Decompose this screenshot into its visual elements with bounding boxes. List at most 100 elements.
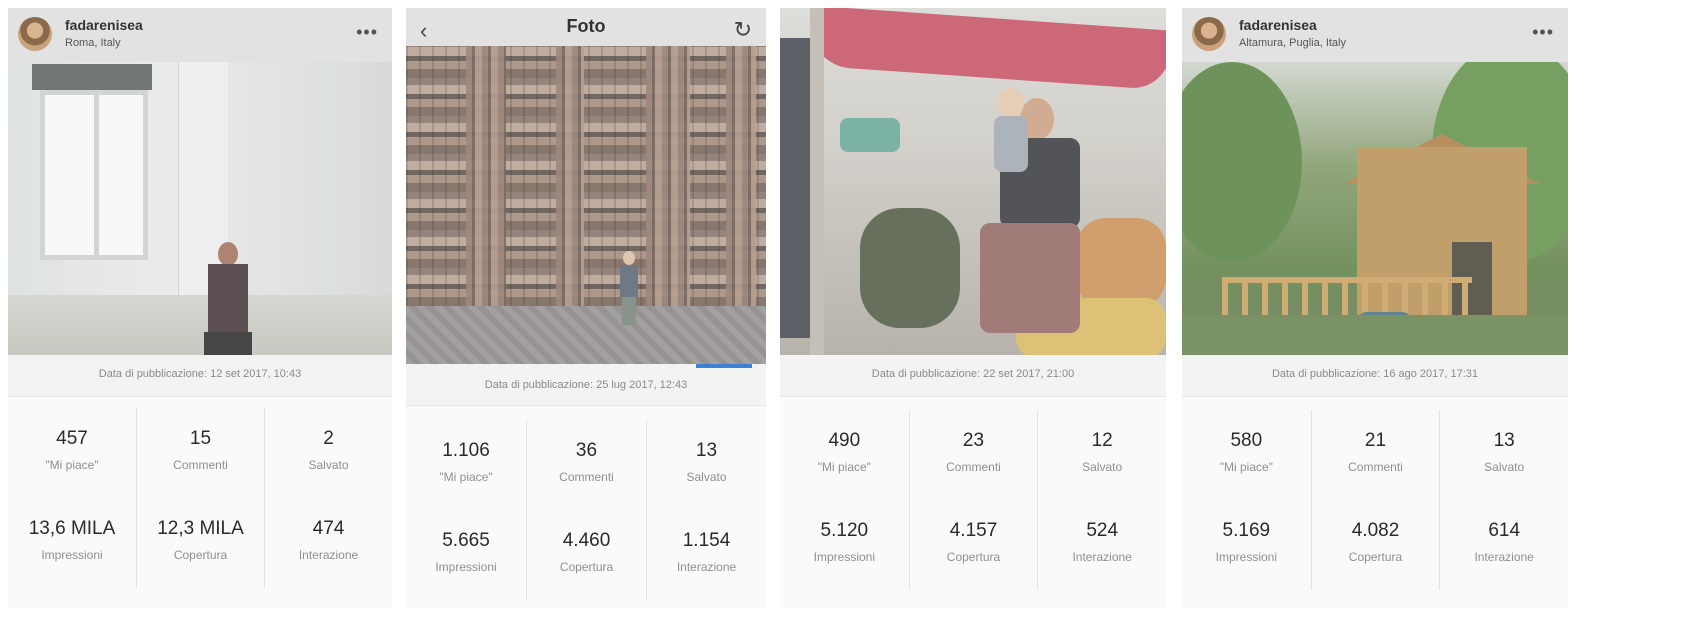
post-header: fadarenisea Roma, Italy •••	[8, 8, 392, 62]
stat-engagement: 614 Interazione	[1439, 500, 1568, 590]
stat-comments: 23 Commenti	[908, 410, 1038, 500]
stat-impressions: 5.169 Impressioni	[1182, 500, 1311, 590]
stats-row-2: 5.169 Impressioni 4.082 Copertura 614 Inter…	[1182, 500, 1568, 590]
username[interactable]: fadarenisea	[65, 17, 143, 33]
stat-label: "Mi piace"	[1219, 460, 1273, 474]
stat-impressions: 5.120 Impressioni	[780, 500, 909, 590]
stat-label: Impressioni	[813, 550, 875, 564]
stat-value: 15	[189, 428, 212, 449]
stat-value: 4.082	[1351, 520, 1400, 541]
stats-row-2: 13,6 MILA Impressioni 12,3 MILA Copertura …	[8, 498, 392, 588]
post-photo	[406, 46, 766, 364]
stats-row-1: 1.106 "Mi piace" 36 Commenti 13 Salvato	[406, 420, 766, 510]
publication-date-bar: Data di pubblicazione: 16 ago 2017, 17:3…	[1182, 355, 1568, 397]
location[interactable]: Roma, Italy	[65, 37, 121, 49]
stat-saved: 13 Salvato	[1439, 410, 1568, 500]
post-panel-3: Data di pubblicazione: 22 set 2017, 21:0…	[780, 8, 1166, 608]
stat-value: 5.120	[820, 520, 869, 541]
more-options-icon[interactable]: •••	[1532, 22, 1554, 43]
scroll-indicator	[696, 364, 752, 368]
stat-value: 13,6 MILA	[28, 518, 116, 539]
stats-row-2: 5.120 Impressioni 4.157 Copertura 524 Inter…	[780, 500, 1166, 590]
stat-engagement: 524 Interazione	[1037, 500, 1166, 590]
stat-value: 2	[323, 428, 334, 449]
stat-saved: 12 Salvato	[1037, 410, 1166, 500]
post-photo	[1182, 62, 1568, 355]
stat-value: 36	[575, 440, 598, 461]
stat-reach: 4.460 Copertura	[526, 510, 646, 600]
stat-label: Salvato	[686, 470, 727, 484]
page-title: Foto	[566, 16, 606, 36]
stat-reach: 4.157 Copertura	[908, 500, 1038, 590]
stat-value: 21	[1364, 430, 1387, 451]
stat-label: Interazione	[1072, 550, 1132, 564]
stat-value: 474	[312, 518, 345, 539]
stat-value: 490	[828, 430, 861, 451]
stat-label: "Mi piace"	[45, 458, 99, 472]
stat-label: Commenti	[946, 460, 1001, 474]
username[interactable]: fadarenisea	[1239, 17, 1317, 33]
avatar[interactable]	[1192, 17, 1226, 51]
stat-value: 4.460	[562, 530, 611, 551]
stat-comments: 15 Commenti	[136, 408, 264, 498]
stat-label: Copertura	[559, 560, 614, 574]
stat-label: Interazione	[676, 560, 737, 574]
stat-value: 524	[1086, 520, 1119, 541]
location[interactable]: Altamura, Puglia, Italy	[1239, 37, 1346, 49]
post-photo	[8, 62, 392, 355]
stat-label: Copertura	[1348, 550, 1403, 564]
publication-date: Data di pubblicazione: 16 ago 2017, 17:3…	[1271, 368, 1479, 380]
stat-label: Salvato	[1082, 460, 1123, 474]
stat-label: Impressioni	[1215, 550, 1277, 564]
post-header: fadarenisea Altamura, Puglia, Italy •••	[1182, 8, 1568, 62]
stat-label: Commenti	[173, 458, 228, 472]
stat-value: 580	[1230, 430, 1263, 451]
stat-comments: 36 Commenti	[526, 420, 646, 510]
more-options-icon[interactable]: •••	[356, 22, 378, 43]
stat-likes: 1.106 "Mi piace"	[406, 420, 526, 510]
stat-value: 1.154	[682, 530, 731, 551]
stat-value: 4.157	[949, 520, 998, 541]
avatar[interactable]	[18, 17, 52, 51]
stat-value: 5.665	[442, 530, 490, 551]
publication-date-bar: Data di pubblicazione: 22 set 2017, 21:0…	[780, 355, 1166, 397]
stat-label: Copertura	[173, 548, 228, 562]
stat-reach: 4.082 Copertura	[1310, 500, 1440, 590]
stat-value: 13	[695, 440, 718, 461]
stat-comments: 21 Commenti	[1310, 410, 1440, 500]
stat-label: "Mi piace"	[817, 460, 871, 474]
publication-date-bar: Data di pubblicazione: 25 lug 2017, 12:4…	[406, 364, 766, 406]
stat-saved: 2 Salvato	[264, 408, 392, 498]
stat-label: Impressioni	[435, 560, 497, 574]
stat-impressions: 5.665 Impressioni	[406, 510, 526, 600]
stat-engagement: 1.154 Interazione	[646, 510, 766, 600]
stat-label: Interazione	[298, 548, 359, 562]
stats-row-1: 580 "Mi piace" 21 Commenti 13 Salvato	[1182, 410, 1568, 500]
publication-date-bar: Data di pubblicazione: 12 set 2017, 10:4…	[8, 355, 392, 397]
stat-label: Salvato	[1484, 460, 1525, 474]
stats-row-1: 490 "Mi piace" 23 Commenti 12 Salvato	[780, 410, 1166, 500]
post-panel-4: fadarenisea Altamura, Puglia, Italy ••• …	[1182, 8, 1568, 608]
publication-date: Data di pubblicazione: 12 set 2017, 10:4…	[98, 368, 302, 380]
stat-saved: 13 Salvato	[646, 420, 766, 510]
stat-label: Interazione	[1474, 550, 1534, 564]
stat-value: 1.106	[442, 440, 490, 461]
stats-row-2: 5.665 Impressioni 4.460 Copertura 1.154 Int…	[406, 510, 766, 600]
stat-value: 23	[962, 430, 985, 451]
stat-label: Impressioni	[41, 548, 103, 562]
stat-label: "Mi piace"	[439, 470, 493, 484]
publication-date: Data di pubblicazione: 25 lug 2017, 12:4…	[484, 379, 688, 391]
stat-engagement: 474 Interazione	[264, 498, 392, 588]
stat-likes: 457 "Mi piace"	[8, 408, 136, 498]
refresh-icon[interactable]: ↻	[734, 17, 752, 43]
stat-value: 13	[1493, 430, 1515, 451]
stat-label: Commenti	[559, 470, 614, 484]
stat-label: Copertura	[946, 550, 1001, 564]
stat-value: 12,3 MILA	[157, 518, 244, 539]
stat-reach: 12,3 MILA Copertura	[136, 498, 264, 588]
post-header: ‹ Foto ↻	[406, 8, 766, 46]
stat-value: 12	[1091, 430, 1113, 451]
post-panel-2: ‹ Foto ↻ Data di pubblicazione: 25 lug 2…	[406, 8, 766, 608]
stat-value: 5.169	[1222, 520, 1271, 541]
post-panel-1: fadarenisea Roma, Italy ••• Data di pubb…	[8, 8, 392, 608]
